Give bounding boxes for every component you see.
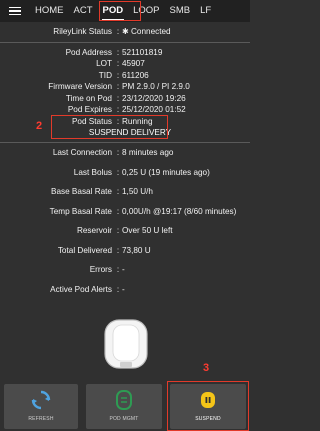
- reservoir-row: Reservoir: Over 50 U left: [76, 226, 173, 235]
- tab-home[interactable]: HOME: [30, 0, 69, 22]
- refresh-icon: [31, 390, 51, 410]
- pod-management-icon: [116, 390, 132, 410]
- annotation-number-3: 3: [203, 362, 210, 374]
- divider: [0, 142, 250, 143]
- annotation-box-2: [51, 115, 168, 139]
- annotation-box-1: [99, 1, 141, 21]
- pod-management-button[interactable]: POD MGMT: [86, 384, 162, 429]
- bluetooth-icon: ✱: [122, 27, 129, 36]
- menu-icon[interactable]: [0, 0, 30, 22]
- tab-smb[interactable]: SMB: [165, 0, 196, 22]
- lot-row: LOT:45907: [96, 59, 145, 68]
- refresh-button[interactable]: REFRESH: [4, 384, 78, 429]
- active-pod-alerts-row: Active Pod Alerts: -: [50, 284, 125, 294]
- time-on-pod-row: Time on Pod:23/12/2020 19:26: [65, 93, 186, 103]
- total-delivered-row: Total Delivered:73,80 U: [57, 245, 151, 255]
- tid-row: TID:611206: [98, 70, 149, 80]
- temp-basal-rate-row: Temp Basal Rate:0,00U/h @19:17 (8/60 min…: [49, 206, 237, 216]
- pod-details: RileyLink Status : ✱ Connected Pod Addres…: [0, 22, 250, 295]
- base-basal-rate-row: Base Basal Rate:1,50 U/h: [51, 187, 153, 196]
- last-connection-row: Last Connection:8 minutes ago: [52, 148, 174, 157]
- pod-expires-row: Pod Expires:25/12/2020 01:52: [67, 105, 186, 114]
- divider: [0, 41, 250, 43]
- last-bolus-row: Last Bolus:0,25 U (19 minutes ago): [73, 167, 210, 177]
- pod-address-row: Pod Address:521101819: [65, 47, 163, 57]
- rileylink-status-row: RileyLink Status : ✱ Connected: [53, 27, 171, 36]
- pod-image: [104, 319, 148, 369]
- firmware-version-row: Firmware Version: PM 2.9.0 / PI 2.9.0: [48, 82, 190, 91]
- annotation-number-2: 2: [36, 120, 43, 132]
- tab-overflow[interactable]: LF: [195, 0, 216, 22]
- pod-screen: HOME ACT POD LOOP SMB LF RileyLink Statu…: [0, 0, 250, 431]
- annotation-box-3: [167, 381, 249, 431]
- errors-row: Errors: -: [89, 265, 125, 274]
- tab-actions[interactable]: ACT: [69, 0, 98, 22]
